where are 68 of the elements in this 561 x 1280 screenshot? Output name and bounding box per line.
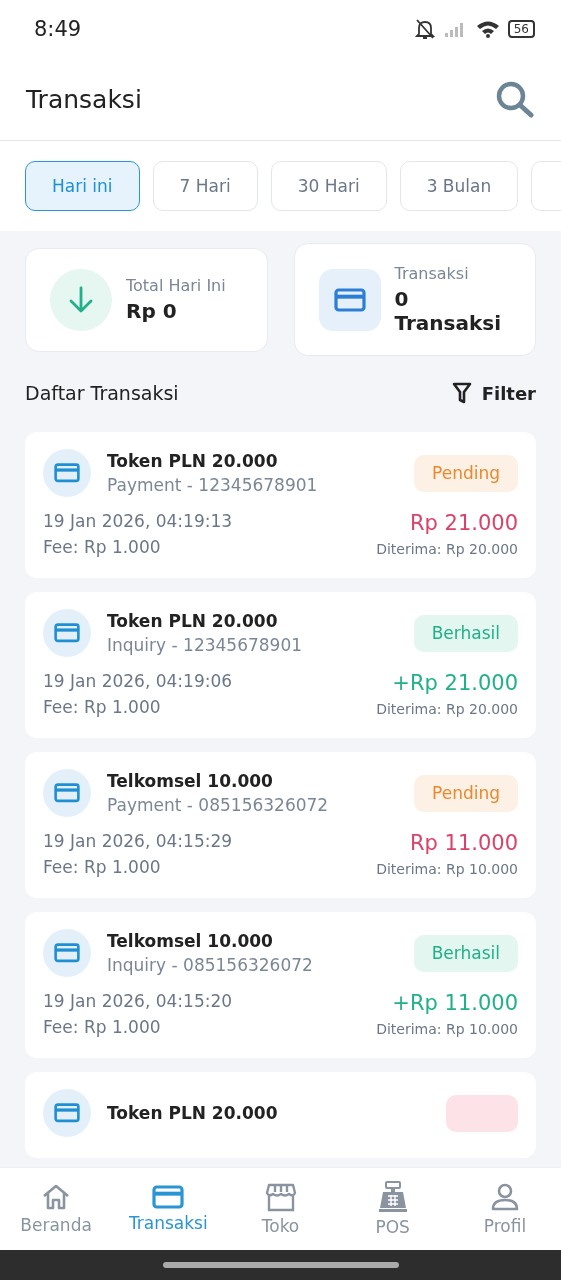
nav-tab[interactable]: POS bbox=[336, 1168, 449, 1250]
received-amount: Diterima: Rp 20.000 bbox=[376, 541, 518, 557]
card-icon bbox=[54, 943, 80, 963]
transaction-card[interactable]: Telkomsel 10.000 Inquiry - 085156326072 Berhasil 19 Jan 2026, 04:15:20 Fee: Rp 1.000 +Rp 11.000 Diterima: Rp 10.000 bbox=[25, 912, 536, 1058]
card-icon bbox=[54, 463, 80, 483]
page-title: Transaksi bbox=[26, 84, 142, 114]
received-amount: Diterima: Rp 10.000 bbox=[376, 861, 518, 877]
transaction-amount: Rp 21.000 bbox=[409, 511, 518, 535]
nav-tab[interactable]: Beranda bbox=[0, 1168, 113, 1250]
status-time: 8:49 bbox=[34, 17, 82, 41]
status-badge bbox=[446, 1094, 518, 1132]
nav-tab[interactable]: Toko bbox=[224, 1168, 337, 1250]
battery-icon: 56 bbox=[507, 20, 535, 38]
transaction-fee: Fee: Rp 1.000 bbox=[43, 697, 162, 717]
status-badge: Pending bbox=[414, 774, 518, 812]
transaction-card[interactable]: Telkomsel 10.000 Payment - 085156326072 Pending 19 Jan 2026, 04:15:29 Fee: Rp 1.000 Rp 11.000 Diterima: Rp 10.000 bbox=[25, 752, 536, 898]
transaction-title: Telkomsel 10.000 bbox=[107, 771, 274, 791]
transaction-subtitle: Payment - 12345678901 bbox=[107, 475, 319, 495]
wifi-icon bbox=[475, 20, 500, 38]
transaction-date: 19 Jan 2026, 04:15:29 bbox=[43, 831, 233, 851]
transaction-card[interactable]: Token PLN 20.000 bbox=[25, 1072, 536, 1158]
nav-tab[interactable]: Profil bbox=[448, 1168, 561, 1250]
transaction-fee: Fee: Rp 1.000 bbox=[43, 537, 162, 557]
card-icon bbox=[54, 1103, 80, 1123]
bell-off-icon bbox=[413, 18, 436, 40]
received-amount: Diterima: Rp 10.000 bbox=[376, 1021, 518, 1037]
filter-chip[interactable]: 30 Hari bbox=[270, 161, 387, 211]
cash-register-icon bbox=[376, 1181, 409, 1213]
transaction-amount: +Rp 21.000 bbox=[392, 671, 518, 695]
transaction-subtitle: Inquiry - 12345678901 bbox=[107, 635, 304, 655]
transaction-date: 19 Jan 2026, 04:15:20 bbox=[43, 991, 233, 1011]
filter-chip[interactable]: Hari ini bbox=[25, 161, 140, 211]
transaction-card[interactable]: Token PLN 20.000 Payment - 12345678901 Pending 19 Jan 2026, 04:19:13 Fee: Rp 1.000 Rp 21.000 Diterima: Rp 20.000 bbox=[25, 432, 536, 578]
filter-chip[interactable]: 7 Hari bbox=[152, 161, 258, 211]
user-icon bbox=[489, 1182, 520, 1212]
stat-label: Transaksi bbox=[394, 264, 470, 283]
transaction-amount: Rp 11.000 bbox=[409, 831, 518, 855]
nav-tab[interactable]: Transaksi bbox=[112, 1168, 225, 1250]
list-title: Daftar Transaksi bbox=[25, 382, 179, 404]
stat-value: Rp 0 bbox=[126, 299, 178, 323]
down-arrow-icon bbox=[68, 285, 94, 314]
transaction-subtitle: Inquiry - 085156326072 bbox=[107, 955, 314, 975]
status-badge: Berhasil bbox=[413, 614, 518, 652]
stat-value: 0 Transaksi bbox=[394, 287, 502, 335]
transaction-title: Token PLN 20.000 bbox=[107, 1103, 279, 1123]
transaction-fee: Fee: Rp 1.000 bbox=[43, 857, 162, 877]
status-badge: Pending bbox=[414, 454, 518, 492]
transaction-date: 19 Jan 2026, 04:19:06 bbox=[43, 671, 233, 691]
card-icon bbox=[152, 1185, 185, 1209]
funnel-icon bbox=[451, 382, 472, 404]
filter-chip[interactable]: 3 Bulan bbox=[399, 161, 519, 211]
card-icon bbox=[54, 623, 80, 643]
transaction-title: Telkomsel 10.000 bbox=[107, 931, 274, 951]
transaction-subtitle: Payment - 085156326072 bbox=[107, 795, 330, 815]
filter-button[interactable]: Filter bbox=[451, 382, 536, 404]
status-badge: Berhasil bbox=[413, 934, 518, 972]
search-icon[interactable] bbox=[495, 80, 535, 118]
transaction-amount: +Rp 11.000 bbox=[392, 991, 518, 1015]
transaction-title: Token PLN 20.000 bbox=[107, 611, 279, 631]
transaction-card[interactable]: Token PLN 20.000 Inquiry - 12345678901 Berhasil 19 Jan 2026, 04:19:06 Fee: Rp 1.000 +Rp 21.000 Diterima: Rp 20.000 bbox=[25, 592, 536, 738]
received-amount: Diterima: Rp 20.000 bbox=[376, 701, 518, 717]
transaction-fee: Fee: Rp 1.000 bbox=[43, 1017, 162, 1037]
card-icon bbox=[54, 783, 80, 803]
store-icon bbox=[264, 1182, 297, 1212]
stat-label: Total Hari Ini bbox=[126, 276, 226, 295]
card-icon bbox=[333, 287, 366, 312]
transaction-date: 19 Jan 2026, 04:19:13 bbox=[43, 511, 233, 531]
transaction-title: Token PLN 20.000 bbox=[107, 451, 279, 471]
